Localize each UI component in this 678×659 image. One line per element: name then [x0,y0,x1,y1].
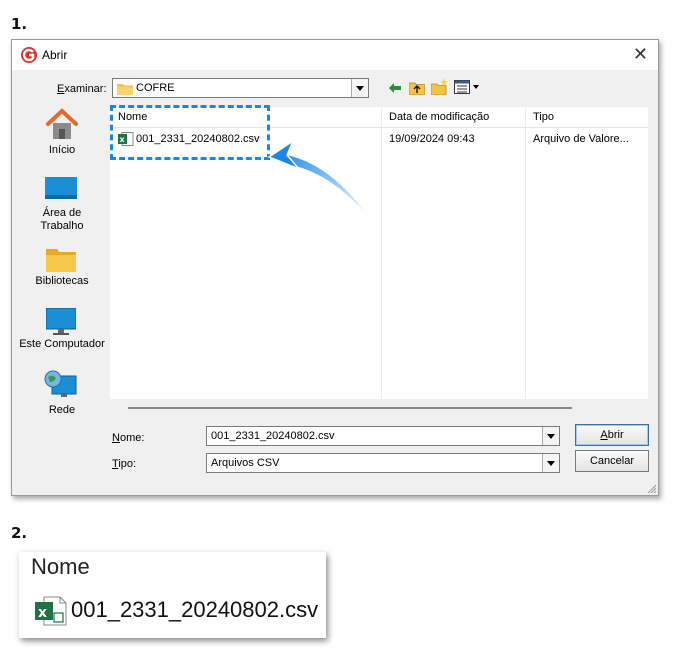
filetype-select[interactable]: Arquivos CSV [206,453,560,473]
place-bibliotecas[interactable]: Bibliotecas [12,246,112,288]
filetype-label: Tipo: [112,458,137,470]
view-menu-icon[interactable] [454,80,480,94]
resize-grip-icon[interactable] [646,483,656,493]
look-in-label: Examinar: [57,83,107,95]
filename-label: Nome: [112,432,145,444]
file-type: Arquivo de Valore... [533,133,629,145]
home-icon [46,108,78,139]
excel-csv-file-icon: x [35,596,67,626]
title-bar: Abrir ✕ [12,40,658,70]
new-folder-icon[interactable] [431,78,448,95]
place-label: Este Computador [19,338,105,350]
svg-text:x: x [38,605,47,621]
file-date: 19/09/2024 09:43 [389,133,475,145]
open-file-dialog: Abrir ✕ Examinar: COFRE Início Área de T… [11,39,659,496]
horizontal-scrollbar[interactable] [128,407,572,409]
chevron-down-icon[interactable] [351,79,368,97]
zoom-column-header: Nome [31,554,90,579]
zoom-file-name: 001_2331_20240802.csv [71,597,319,622]
close-icon[interactable]: ✕ [633,44,648,65]
back-arrow-icon[interactable] [388,82,402,94]
column-header-date[interactable]: Data de modificação [389,107,489,127]
zoomed-file-callout: Nome x 001_2331_20240802.csv [19,552,326,638]
chevron-down-icon[interactable] [542,427,559,445]
dialog-title: Abrir [42,48,68,62]
open-button[interactable]: Abrir [575,424,649,446]
folder-icon [117,84,133,95]
look-in-combo[interactable]: COFRE [112,78,369,98]
up-folder-icon[interactable] [409,80,425,95]
filetype-value: Arquivos CSV [211,457,280,469]
step-2-label: 2. [11,524,28,542]
place-label: Início [48,144,76,156]
place-area-de-trabalho[interactable]: Área de Trabalho [12,177,112,235]
place-label: Bibliotecas [35,275,89,287]
app-logo-icon [21,47,37,63]
column-header-type[interactable]: Tipo [533,107,554,127]
filename-value: 001_2331_20240802.csv [211,430,335,442]
place-label: Rede [48,404,76,416]
place-label: Área de Trabalho [40,207,84,232]
place-rede[interactable]: Rede [12,370,112,416]
place-este-computador[interactable]: Este Computador [12,308,112,352]
look-in-value: COFRE [136,82,175,94]
computer-icon [46,308,76,335]
network-icon [44,370,77,397]
desktop-icon [45,177,77,199]
place-inicio[interactable]: Início [12,108,112,158]
pointer-arrow-icon [267,138,367,215]
step-1-label: 1. [11,15,28,33]
chevron-down-icon[interactable] [542,454,559,472]
highlight-box [110,105,270,160]
libraries-folder-icon [46,249,76,272]
filename-input[interactable]: 001_2331_20240802.csv [206,426,560,446]
cancel-button[interactable]: Cancelar [575,450,649,472]
